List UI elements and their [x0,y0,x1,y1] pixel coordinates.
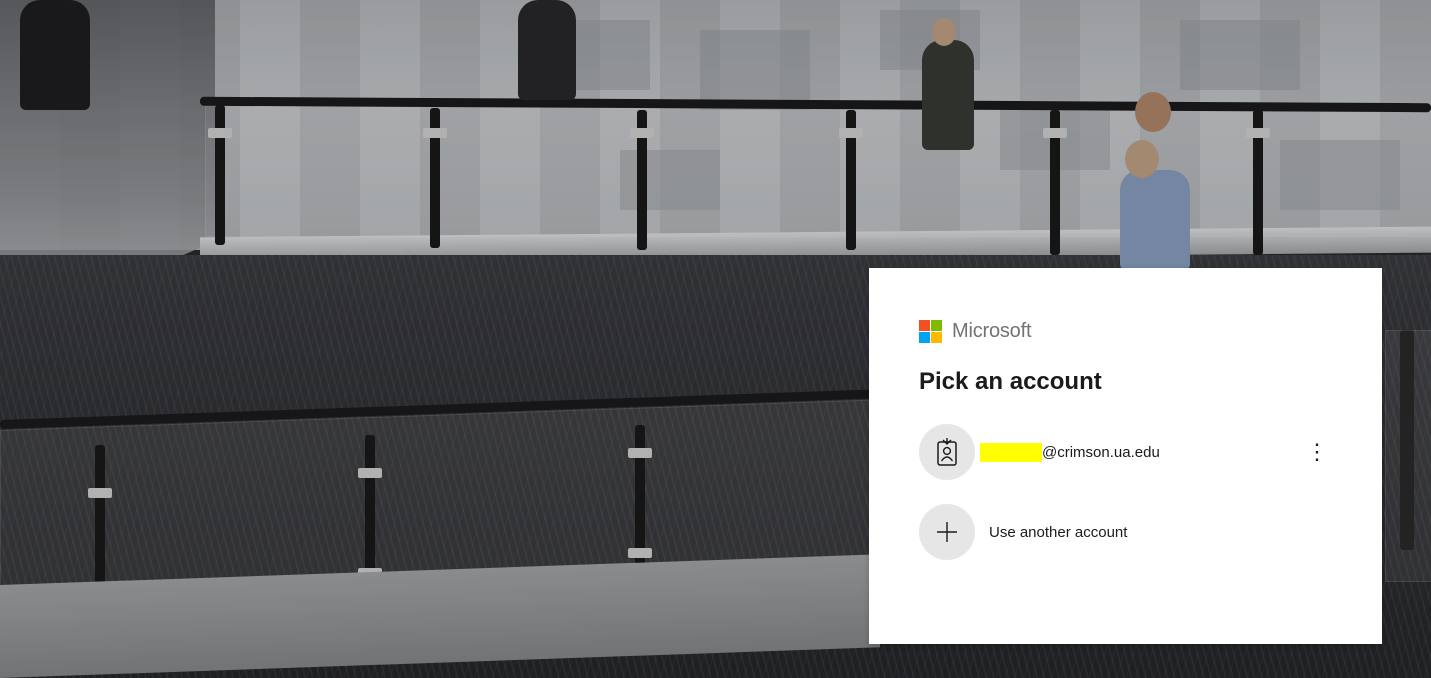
more-options-icon[interactable]: ⋮ [1305,438,1329,466]
logo-square-yellow [931,331,942,343]
brand-name: Microsoft [952,319,1032,342]
account-email-domain: @crimson.ua.edu [1042,443,1160,461]
page-title: Pick an account [919,368,1102,395]
use-another-account-label: Use another account [989,523,1128,541]
account-tile[interactable]: @crimson.ua.edu ⋮ [919,424,1329,480]
work-badge-icon [919,424,975,480]
brand: Microsoft [919,319,1032,343]
plus-icon [919,504,975,560]
email-redaction [980,442,1042,462]
logo-square-green [931,319,942,331]
use-another-account-button[interactable]: Use another account [919,504,1329,560]
account-email: @crimson.ua.edu [980,442,1160,462]
sign-in-card: Microsoft Pick an account @crimson.ua.ed… [869,268,1382,644]
logo-square-red [919,319,930,331]
logo-square-blue [919,331,930,343]
microsoft-logo-icon [919,319,942,343]
